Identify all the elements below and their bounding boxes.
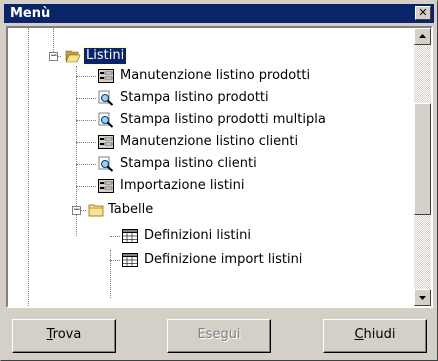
tree-subitem-1[interactable]: Definizione import listini [8,250,388,270]
menu-tree: − Listini Manutenzione listino prodotti [8,28,408,306]
arrow-down-icon [419,296,426,300]
form-icon [98,135,114,149]
tree-item-label: Stampa listino clienti [120,156,257,171]
tree-item-2[interactable]: Stampa listino prodotti multipla [8,110,388,130]
menu-tree-panel: − Listini Manutenzione listino prodotti [6,26,433,308]
tree-line [76,186,96,188]
tree-item-label: Manutenzione listino prodotti [120,68,311,83]
tree-item-0[interactable]: Manutenzione listino prodotti [8,66,388,86]
scroll-down-button[interactable] [414,289,431,306]
arrow-up-icon [419,34,426,38]
collapse-expander[interactable]: − [49,52,58,61]
tree-line [76,76,96,78]
tree-subitem-0[interactable]: Definizioni listini [8,226,388,246]
tree-label-tabelle: Tabelle [108,202,154,217]
menu-window: Menù ✕ − Listini Manutenzione listino pr… [0,0,438,361]
tree-item-label: Manutenzione listino clienti [120,134,299,149]
tree-item-3[interactable]: Manutenzione listino clienti [8,132,388,152]
collapse-expander[interactable]: − [72,206,81,215]
close-label-rest: hiudi [363,327,396,342]
tree-line [110,236,120,238]
run-button-label: Esegui [197,327,241,342]
close-button-label: Chiudi [354,327,395,342]
close-button[interactable]: Chiudi [323,319,427,353]
tree-item-4[interactable]: Stampa listino clienti [8,154,388,174]
grid-icon [122,229,138,243]
tree-line [76,120,96,122]
close-window-button[interactable]: ✕ [415,6,431,20]
tree-line [76,142,96,144]
print-preview-icon [98,90,114,106]
tree-node-listini[interactable]: − Listini [8,46,308,66]
title-bar: Menù ✕ [4,4,434,23]
window-title: Menù [10,6,51,21]
tree-subitem-label: Definizione import listini [144,252,303,267]
tree-subitem-label: Definizioni listini [144,228,251,243]
grid-icon [122,253,138,267]
vertical-scrollbar[interactable] [414,28,431,306]
form-icon [98,69,114,83]
tree-line [110,260,120,262]
tree-item-label: Stampa listino prodotti multipla [120,112,326,127]
tree-line [76,98,96,100]
find-button[interactable]: Trova [12,319,116,353]
print-preview-icon [98,156,114,172]
run-button[interactable]: Esegui [167,319,271,353]
close-mnemonic: C [354,327,364,342]
find-label-rest: rova [52,327,82,342]
tree-line [76,164,96,166]
tree-item-label: Stampa listino prodotti [120,90,269,105]
tree-label-listini: Listini [82,47,128,65]
print-preview-icon [98,112,114,128]
tree-item-label: Importazione listini [120,178,245,193]
tree-item-1[interactable]: Stampa listino prodotti [8,88,388,108]
find-button-label: Trova [47,327,82,342]
close-icon: ✕ [418,6,428,19]
scroll-up-button[interactable] [414,28,431,45]
scroll-thumb[interactable] [414,103,431,215]
tree-node-tabelle[interactable]: − Tabelle [8,200,388,220]
tree-item-5[interactable]: Importazione listini [8,176,388,196]
folder-open-icon [65,50,81,63]
form-icon [98,179,114,193]
folder-closed-icon [88,204,104,217]
